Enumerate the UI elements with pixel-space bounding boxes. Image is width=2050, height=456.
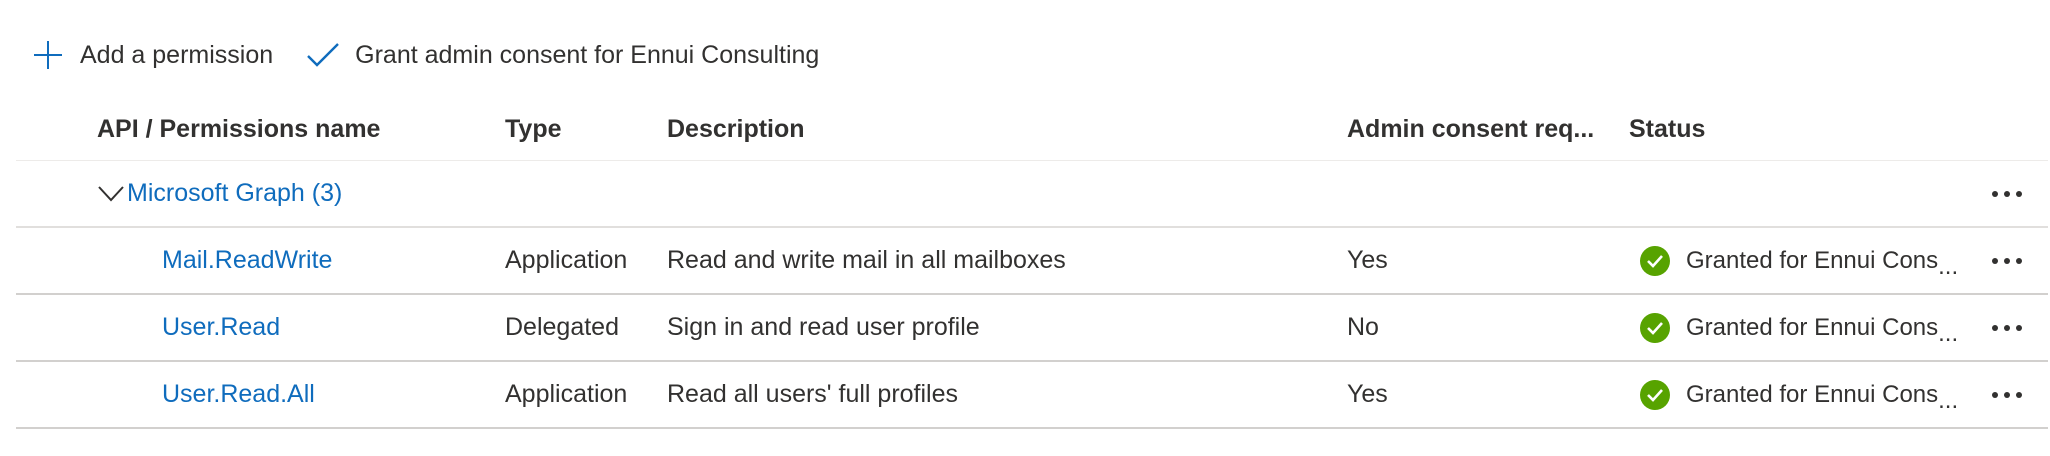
add-permission-button[interactable]: Add a permission <box>30 30 273 80</box>
group-toggle[interactable]: Microsoft Graph (3) <box>97 161 342 226</box>
status-cell: Granted for Ennui Cons... <box>1640 295 1958 360</box>
status-cell: Granted for Ennui Cons... <box>1640 228 1958 293</box>
command-bar: Add a permission Grant admin consent for… <box>30 30 851 80</box>
table-row: Mail.ReadWrite Application Read and writ… <box>16 228 2048 295</box>
admin-consent-required: No <box>1347 313 1379 341</box>
status-overflow: ... <box>1938 319 1959 347</box>
permission-name-link[interactable]: User.Read.All <box>162 362 315 427</box>
check-circle-icon <box>1640 379 1670 410</box>
column-header-status[interactable]: Status <box>1629 98 1705 160</box>
permission-name-link[interactable]: User.Read <box>162 295 280 360</box>
more-options-icon[interactable] <box>1982 241 2032 281</box>
status-overflow: ... <box>1938 252 1959 280</box>
more-options-icon[interactable] <box>1982 375 2032 415</box>
permission-description: Read all users' full profiles <box>667 380 959 408</box>
permission-name[interactable]: Mail.ReadWrite <box>162 246 332 275</box>
group-more-options[interactable] <box>1982 161 2032 226</box>
more-options-icon[interactable] <box>1982 174 2032 214</box>
grant-admin-consent-label: Grant admin consent for Ennui Consulting <box>355 40 820 69</box>
status-text: Granted for Ennui Cons <box>1686 313 1939 341</box>
check-circle-icon <box>1640 312 1670 343</box>
column-header-api-permissions-name[interactable]: API / Permissions name <box>97 98 380 160</box>
check-circle-icon <box>1640 245 1670 276</box>
permission-name[interactable]: User.Read.All <box>162 380 315 409</box>
row-more-options[interactable] <box>1982 228 2032 293</box>
permission-type: Application <box>505 246 628 274</box>
table-header-row: API / Permissions name Type Description … <box>16 98 2048 161</box>
checkmark-icon <box>305 37 341 73</box>
permissions-table: API / Permissions name Type Description … <box>16 98 2048 429</box>
more-options-icon[interactable] <box>1982 308 2032 348</box>
column-header-admin-consent-required[interactable]: Admin consent req... <box>1347 98 1594 160</box>
permission-type: Application <box>505 380 628 408</box>
permission-description: Sign in and read user profile <box>667 313 980 341</box>
status-text: Granted for Ennui Cons <box>1686 380 1939 408</box>
column-header-type[interactable]: Type <box>505 98 562 160</box>
row-more-options[interactable] <box>1982 362 2032 427</box>
plus-icon <box>30 37 66 73</box>
column-header-description[interactable]: Description <box>667 98 805 160</box>
table-row: User.Read.All Application Read all users… <box>16 362 2048 429</box>
admin-consent-required: Yes <box>1347 380 1388 408</box>
permission-name-link[interactable]: Mail.ReadWrite <box>162 228 332 293</box>
group-label-microsoft-graph[interactable]: Microsoft Graph (3) <box>127 179 342 208</box>
chevron-down-icon[interactable] <box>97 180 125 208</box>
group-row-microsoft-graph: Microsoft Graph (3) <box>16 161 2048 228</box>
status-overflow: ... <box>1938 386 1959 414</box>
status-text: Granted for Ennui Cons <box>1686 246 1939 274</box>
status-cell: Granted for Ennui Cons... <box>1640 362 1958 427</box>
admin-consent-required: Yes <box>1347 246 1388 274</box>
grant-admin-consent-button[interactable]: Grant admin consent for Ennui Consulting <box>305 30 819 80</box>
table-row: User.Read Delegated Sign in and read use… <box>16 295 2048 362</box>
row-more-options[interactable] <box>1982 295 2032 360</box>
permission-description: Read and write mail in all mailboxes <box>667 246 1066 274</box>
permission-type: Delegated <box>505 313 619 341</box>
permission-name[interactable]: User.Read <box>162 313 280 342</box>
add-permission-label: Add a permission <box>80 40 274 69</box>
